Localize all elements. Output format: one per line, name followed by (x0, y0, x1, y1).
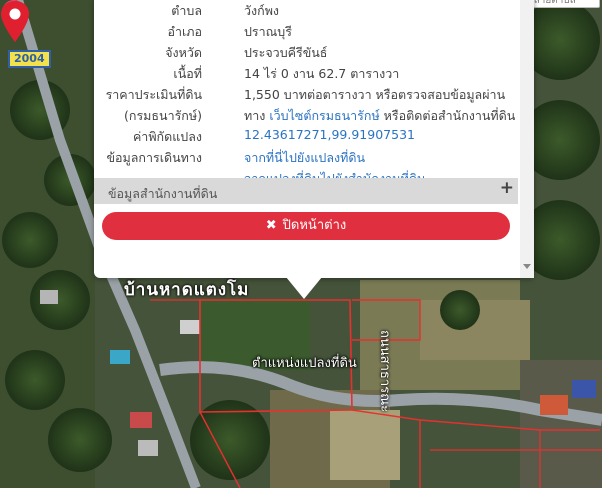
close-window-label: ปิดหน้าต่าง (282, 218, 347, 233)
coordinates-link[interactable]: 12.43617271,99.91907531 (244, 127, 415, 142)
info-value: 1,550 บาทต่อตารางวา หรือตรวจสอบข้อมูลผ่า… (244, 87, 506, 102)
info-key: เนื้อที่ (173, 66, 202, 81)
parcel-location-pin-icon[interactable] (0, 0, 30, 42)
info-key: ตำบล (171, 3, 202, 18)
info-value: จากที่นี่ไปยังแปลงที่ดิน (244, 148, 365, 168)
popup-pointer (286, 277, 322, 299)
info-key: (กรมธนารักษ์) (124, 108, 202, 123)
scroll-down-arrow-icon[interactable] (523, 264, 531, 269)
map-control-label[interactable]: หลายตำบล (523, 0, 600, 8)
info-value: วังก์พง (244, 3, 280, 18)
info-value: 14 ไร่ 0 งาน 62.7 ตารางวา (244, 66, 400, 81)
land-office-section-title: ข้อมูลสำนักงานที่ดิน (108, 186, 218, 201)
info-row-directions: ข้อมูลการเดินทาง จากที่นี่ไปยังแปลงที่ดิ… (94, 145, 518, 166)
info-row-area: เนื้อที่ 14 ไร่ 0 งาน 62.7 ตารางวา (94, 61, 518, 82)
info-row-district: อำเภอ ปราณบุรี (94, 19, 518, 40)
parcel-info-table: ตำบล วังก์พง อำเภอ ปราณบุรี จังหวัด ประจ… (94, 0, 518, 187)
info-row-subdistrict: ตำบล วังก์พง (94, 0, 518, 19)
info-row-coordinates: ค่าพิกัดแปลง 12.43617271,99.91907531 (94, 124, 518, 145)
land-office-section-toggle[interactable]: ข้อมูลสำนักงานที่ดิน + (94, 178, 518, 204)
treasury-website-link[interactable]: เว็บไซต์กรมธนารักษ์ (269, 108, 379, 123)
info-key: จังหวัด (165, 45, 202, 60)
road-name-label: ถนนสาธารณะ (377, 330, 392, 413)
close-icon: ✖ (265, 218, 277, 233)
village-label: บ้านหาดแตงโม (124, 280, 250, 300)
parcel-info-popup: ตำบล วังก์พง อำเภอ ปราณบุรี จังหวัด ประจ… (94, 0, 534, 278)
info-row-appraisal: ราคาประเมินที่ดิน 1,550 บาทต่อตารางวา หร… (94, 82, 518, 103)
directions-to-parcel-link[interactable]: จากที่นี่ไปยังแปลงที่ดิน (244, 150, 365, 165)
value-suffix: หรือติดต่อสำนักงานที่ดิน (379, 108, 516, 123)
info-row-treasury: (กรมธนารักษ์) ทาง เว็บไซต์กรมธนารักษ์ หร… (94, 103, 518, 124)
plus-icon[interactable]: + (500, 178, 514, 198)
info-row-province: จังหวัด ประจวบคีรีขันธ์ (94, 40, 518, 61)
popup-scrollbar[interactable] (520, 0, 534, 278)
value-prefix: ทาง (244, 108, 270, 123)
info-key: ราคาประเมินที่ดิน (105, 87, 202, 102)
info-value: ประจวบคีรีขันธ์ (244, 45, 328, 60)
parcel-location-label: ตำแหน่งแปลงที่ดิน (252, 356, 357, 371)
info-value: ทาง เว็บไซต์กรมธนารักษ์ หรือติดต่อสำนักง… (244, 106, 515, 126)
close-window-button[interactable]: ✖ ปิดหน้าต่าง (102, 212, 510, 240)
info-key: ข้อมูลการเดินทาง (106, 150, 202, 165)
info-key: ค่าพิกัดแปลง (132, 129, 202, 144)
info-value: ปราณบุรี (244, 24, 292, 39)
info-key: อำเภอ (167, 24, 202, 39)
info-value: 12.43617271,99.91907531 (244, 127, 415, 142)
highway-shield-label: 2004 (8, 50, 51, 68)
